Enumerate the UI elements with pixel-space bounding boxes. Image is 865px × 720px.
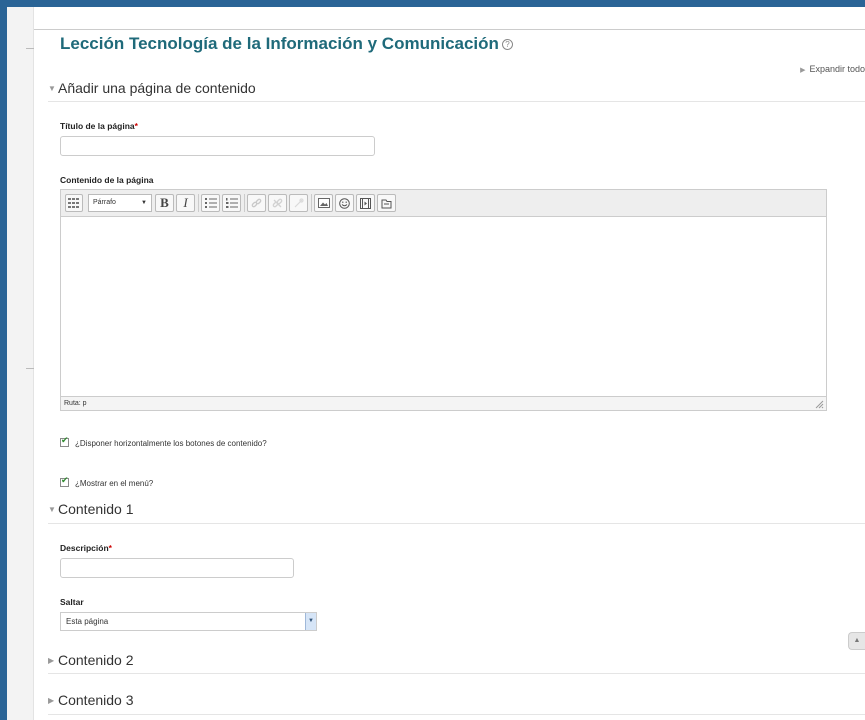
image-icon[interactable] — [314, 194, 333, 212]
show-in-menu-label: ¿Mostrar en el menú? — [75, 479, 154, 488]
toolbar-toggle-icon[interactable] — [65, 194, 83, 212]
scroll-to-top-button[interactable]: ▲ — [848, 632, 865, 650]
page-title-label: Título de la página* — [60, 121, 138, 131]
media-icon[interactable] — [356, 194, 375, 212]
section-content-3-title: Contenido 3 — [58, 692, 134, 708]
gutter-marker — [26, 48, 34, 49]
caret-down-icon: ▼ — [48, 505, 56, 514]
anchor-icon[interactable] — [289, 194, 308, 212]
gutter-marker — [26, 368, 34, 369]
check-icon: ✔ — [61, 475, 69, 485]
caret-right-icon: ▶ — [48, 696, 55, 705]
chevron-up-icon: ▲ — [853, 637, 861, 644]
page-title-input[interactable] — [60, 136, 375, 156]
bold-glyph: B — [160, 195, 169, 210]
editor-status-bar: Ruta: p — [61, 396, 826, 410]
editor-content-area[interactable] — [61, 217, 826, 397]
section-divider — [48, 101, 865, 102]
header-divider — [34, 29, 865, 30]
paragraph-format-select[interactable]: Párrafo ▼ — [88, 194, 152, 212]
question-circle-icon[interactable]: ? — [501, 39, 513, 50]
jump-select-value: Esta página — [66, 617, 109, 626]
main-content: Lección Tecnología de la Información y C… — [34, 7, 865, 720]
section-divider — [48, 673, 865, 674]
jump-select[interactable]: Esta página ▼ — [60, 612, 317, 631]
window-frame-left — [0, 0, 7, 720]
section-divider — [48, 714, 865, 715]
section-content-3-toggle[interactable]: ▶ Contenido 3 — [48, 692, 134, 708]
required-mark: * — [134, 121, 138, 131]
rich-text-editor: Párrafo ▼ B I Ruta: p — [60, 189, 827, 411]
toolbar-separator — [244, 194, 245, 212]
caret-right-icon: ▶ — [48, 656, 55, 665]
link-icon[interactable] — [247, 194, 266, 212]
expand-all-link[interactable]: ▶ Expandir todo — [800, 64, 865, 74]
section-content-1-toggle[interactable]: ▼ Contenido 1 — [48, 501, 134, 517]
page-content-label: Contenido de la página — [60, 175, 154, 185]
page-title: Lección Tecnología de la Información y C… — [60, 34, 513, 54]
chevron-down-icon: ▼ — [141, 200, 147, 206]
emoticon-icon[interactable] — [335, 194, 354, 212]
description-label: Descripción* — [60, 543, 112, 553]
section-content-2-toggle[interactable]: ▶ Contenido 2 — [48, 652, 134, 668]
left-gutter — [7, 7, 34, 720]
section-add-page-toggle[interactable]: ▼ Añadir una página de contenido — [48, 80, 256, 96]
description-label-text: Descripción — [60, 543, 109, 553]
horizontal-buttons-checkbox[interactable]: ✔ — [60, 435, 69, 447]
jump-label: Saltar — [60, 597, 84, 607]
toolbar-separator — [198, 194, 199, 212]
unlink-icon[interactable] — [268, 194, 287, 212]
section-divider — [48, 523, 865, 524]
horizontal-buttons-label: ¿Disponer horizontalmente los botones de… — [75, 439, 267, 448]
caret-down-icon: ▼ — [48, 84, 56, 93]
chevron-down-icon: ▼ — [305, 613, 316, 630]
check-icon: ✔ — [61, 435, 69, 445]
required-mark: * — [108, 543, 112, 553]
page-title-label-text: Título de la página — [60, 121, 135, 131]
page-title-text: Lección Tecnología de la Información y C… — [60, 34, 499, 53]
toolbar-separator — [311, 194, 312, 212]
manage-files-icon[interactable] — [377, 194, 396, 212]
bold-icon[interactable]: B — [155, 194, 174, 212]
italic-glyph: I — [183, 195, 188, 210]
show-in-menu-checkbox[interactable]: ✔ — [60, 475, 69, 487]
section-add-page-title: Añadir una página de contenido — [58, 80, 256, 96]
editor-path: Ruta: p — [64, 400, 87, 407]
section-content-2-title: Contenido 2 — [58, 652, 134, 668]
unordered-list-icon[interactable] — [201, 194, 220, 212]
italic-icon[interactable]: I — [176, 194, 195, 212]
resize-handle-icon[interactable] — [814, 399, 824, 409]
caret-right-icon: ▶ — [800, 67, 806, 74]
paragraph-format-value: Párrafo — [93, 199, 116, 206]
section-content-1-title: Contenido 1 — [58, 501, 134, 517]
ordered-list-icon[interactable] — [222, 194, 241, 212]
window-frame-top — [0, 0, 865, 7]
expand-all-label: Expandir todo — [809, 64, 865, 74]
description-input[interactable] — [60, 558, 294, 578]
editor-toolbar: Párrafo ▼ B I — [61, 190, 826, 217]
